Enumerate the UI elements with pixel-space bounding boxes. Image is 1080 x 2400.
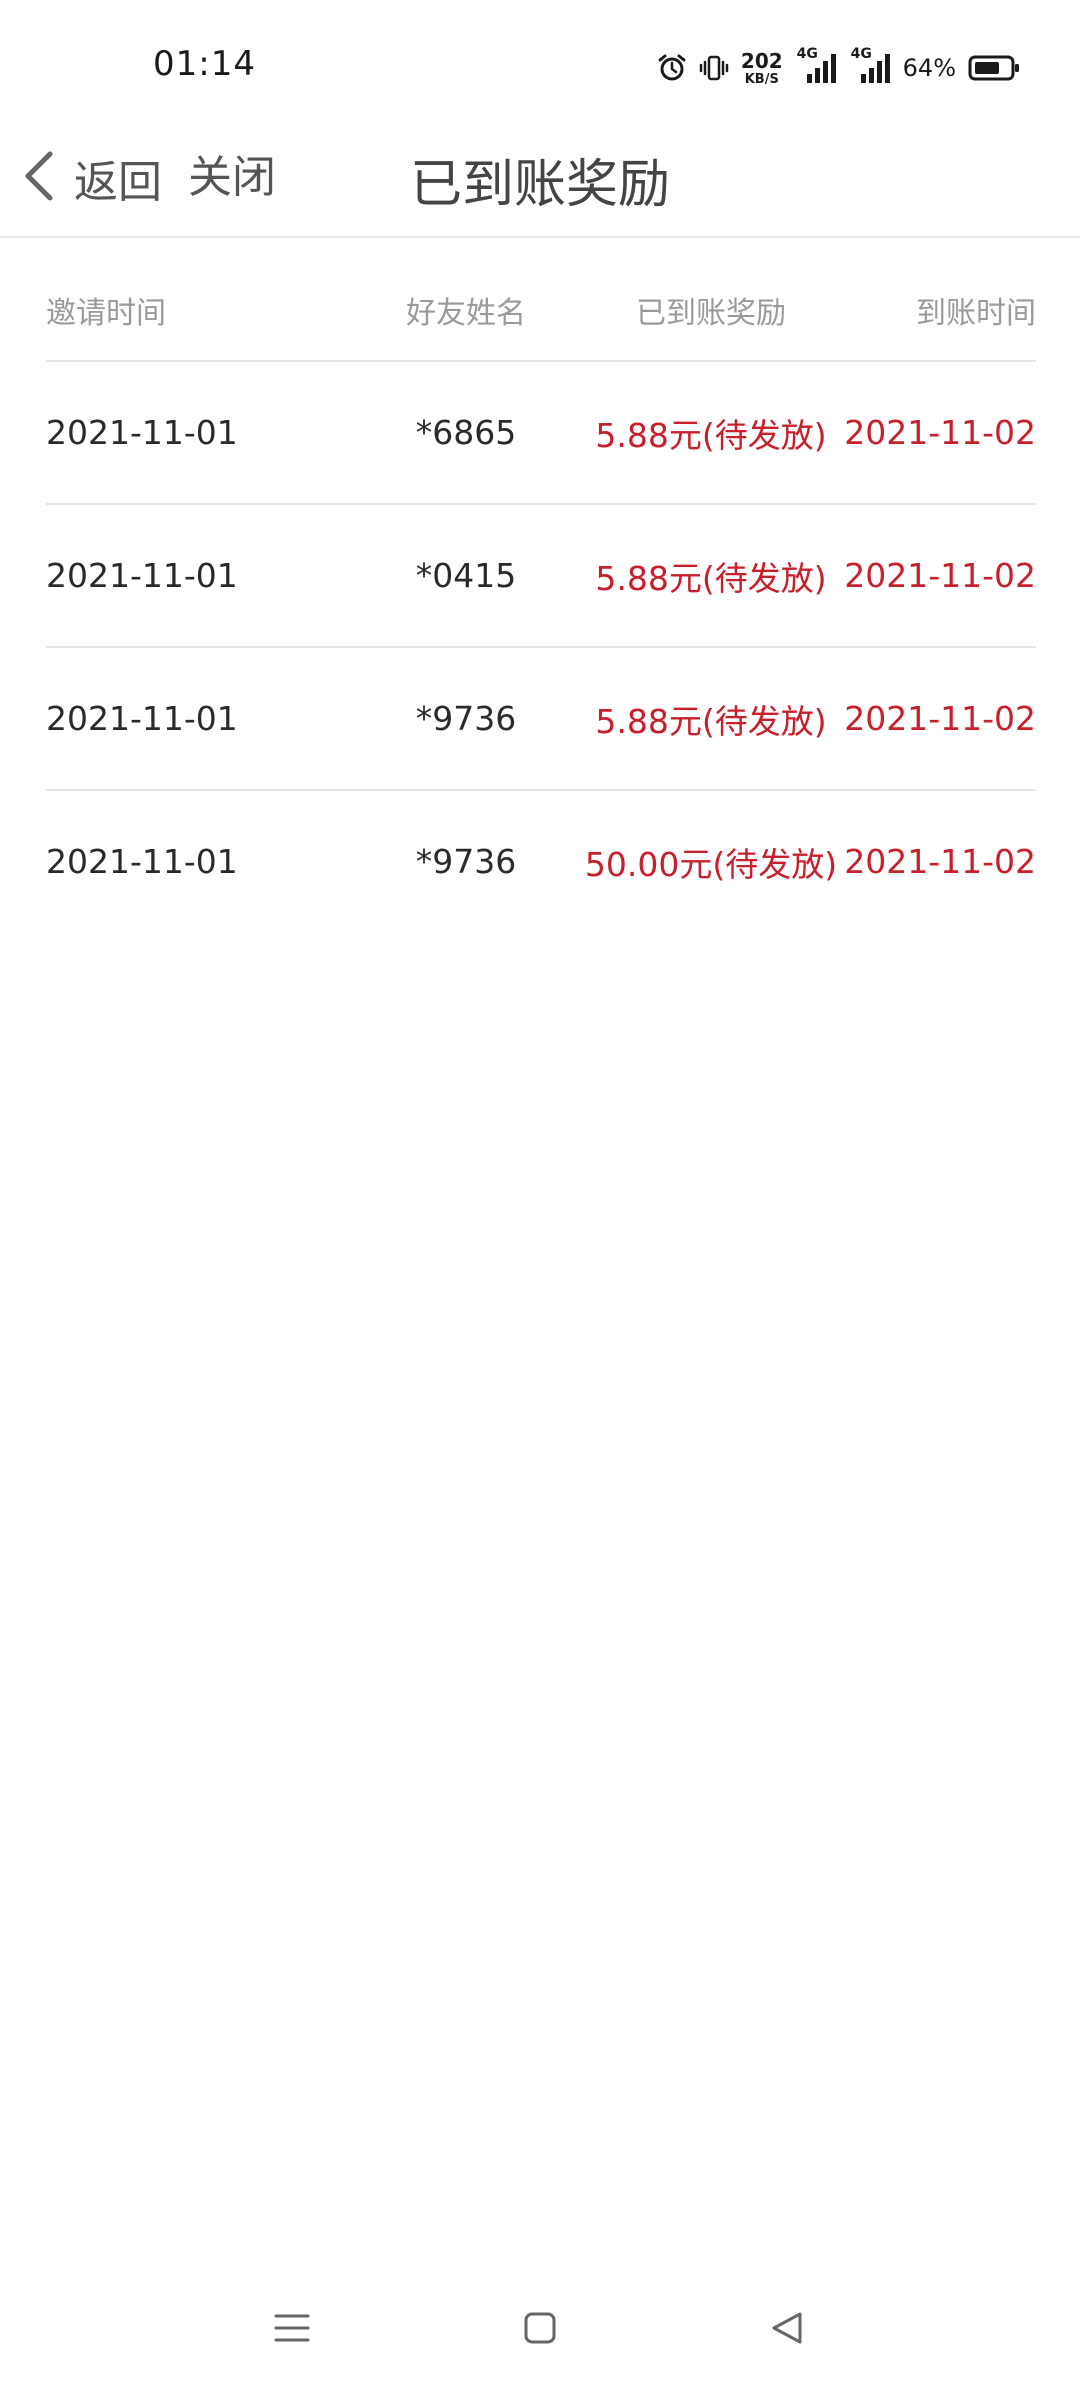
menu-button[interactable] (262, 2300, 322, 2360)
battery-icon (968, 54, 1020, 82)
page-title: 已到账奖励 (409, 155, 670, 215)
signal-icon: 4G (795, 46, 837, 84)
system-back-button[interactable] (758, 2300, 818, 2360)
invite-time-cell: 2021-11-01 (46, 842, 238, 881)
status-bar: 01:14 202 KB/S 4G 4G 64% (0, 0, 1080, 110)
home-button[interactable] (510, 2300, 570, 2360)
alarm-icon (657, 53, 687, 83)
battery-percent: 64% (902, 54, 956, 82)
menu-icon (272, 2308, 312, 2352)
back-triangle-icon (768, 2308, 808, 2352)
screen: 01:14 202 KB/S 4G 4G 64% 返回 关闭 已到账奖励 邀请时… (0, 0, 1080, 2400)
invite-time-cell: 2021-11-01 (46, 699, 238, 738)
invite-time-cell: 2021-11-01 (46, 413, 238, 452)
header: 返回 关闭 已到账奖励 (0, 120, 1080, 238)
arrival-time-cell: 2021-11-02 (844, 842, 1036, 881)
status-time: 01:14 (153, 44, 256, 84)
network-speed: 202 KB/S (741, 51, 783, 86)
vibrate-icon (699, 53, 729, 83)
arrival-time-cell: 2021-11-02 (844, 699, 1036, 738)
column-header-invite-time: 邀请时间 (46, 296, 166, 331)
sim1-label: 4G (796, 46, 818, 62)
arrival-time-cell: 2021-11-02 (844, 556, 1036, 595)
home-icon (520, 2308, 560, 2352)
table-row: 2021-11-01 *6865 5.88元(待发放) 2021-11-02 (46, 362, 1036, 505)
status-icons: 202 KB/S 4G 4G 64% (657, 46, 1020, 88)
signal-icon: 4G (849, 46, 891, 84)
navigation-bar (0, 2270, 1080, 2400)
arrival-time-cell: 2021-11-02 (844, 413, 1036, 452)
table-row: 2021-11-01 *9736 5.88元(待发放) 2021-11-02 (46, 648, 1036, 791)
table-row: 2021-11-01 *0415 5.88元(待发放) 2021-11-02 (46, 505, 1036, 648)
network-speed-value: 202 (740, 48, 783, 73)
table-row: 2021-11-01 *9736 50.00元(待发放) 2021-11-02 (46, 791, 1036, 932)
sim2-label: 4G (850, 46, 872, 62)
network-speed-unit: KB/S (744, 71, 779, 87)
column-header-arrival-time: 到账时间 (916, 296, 1036, 331)
rewards-table: 邀请时间 好友姓名 已到账奖励 到账时间 2021-11-01 *6865 5.… (46, 260, 1036, 932)
table-header: 邀请时间 好友姓名 已到账奖励 到账时间 (46, 260, 1036, 362)
invite-time-cell: 2021-11-01 (46, 556, 238, 595)
